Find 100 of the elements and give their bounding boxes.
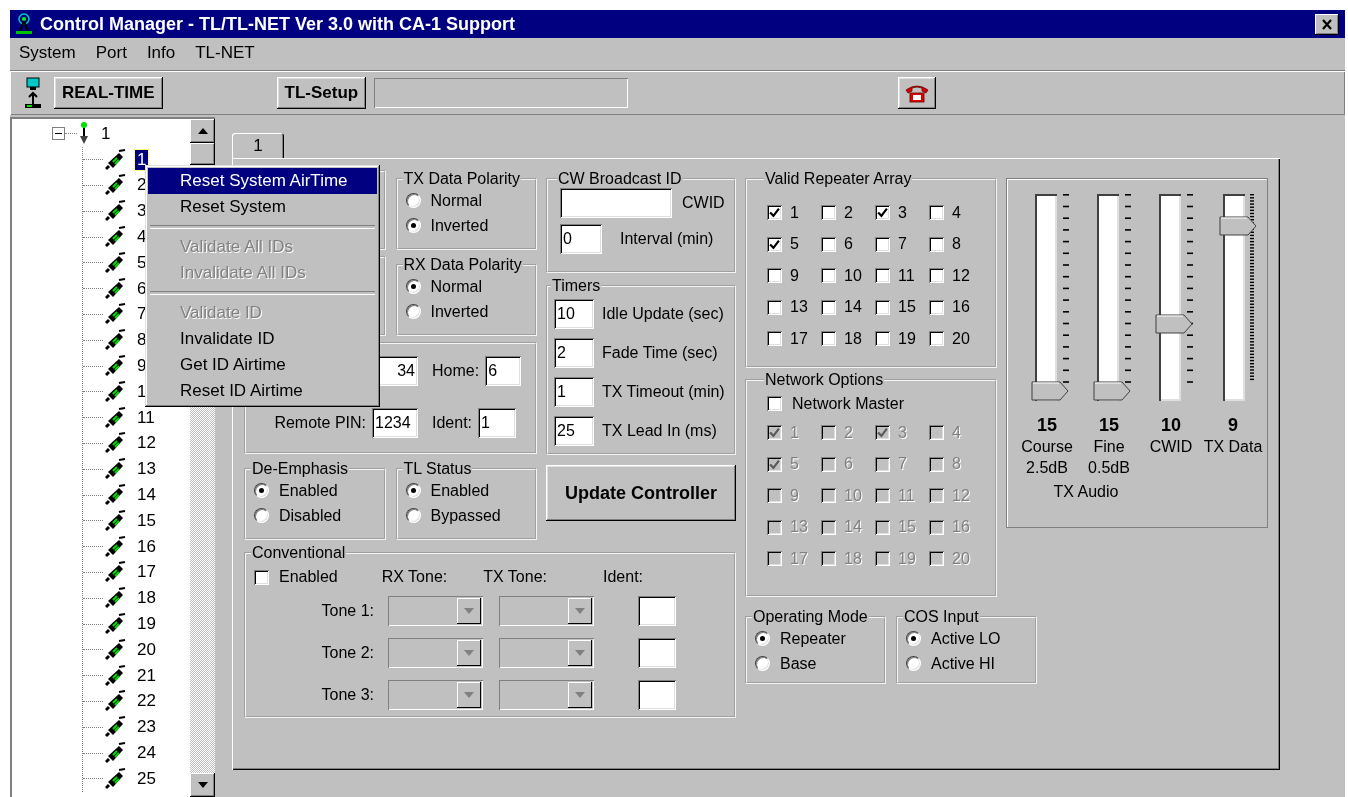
menu-item[interactable]: TL-NET bbox=[194, 43, 256, 63]
checkbox[interactable] bbox=[767, 299, 782, 315]
phone-button[interactable] bbox=[898, 77, 937, 109]
text-field[interactable]: 1 bbox=[554, 377, 594, 407]
tree-item[interactable]: 18 bbox=[135, 588, 158, 609]
checkbox[interactable] bbox=[929, 268, 944, 283]
checkbox-label: 4 bbox=[952, 203, 961, 222]
checkbox[interactable] bbox=[821, 299, 836, 315]
checkbox[interactable] bbox=[821, 205, 836, 220]
slider-thumb[interactable] bbox=[1093, 381, 1131, 401]
menu-item[interactable]: System bbox=[18, 43, 77, 63]
field-label: Ident: bbox=[432, 414, 473, 432]
handheld-radio-icon bbox=[105, 174, 127, 197]
tree-item[interactable]: 2 bbox=[135, 175, 149, 196]
tree-item[interactable]: 7 bbox=[135, 304, 149, 325]
checkbox[interactable] bbox=[875, 205, 890, 220]
text-field[interactable]: 6 bbox=[485, 356, 522, 386]
slider-thumb[interactable] bbox=[1219, 216, 1257, 237]
checkbox[interactable] bbox=[767, 268, 782, 283]
tree-item[interactable]: 22 bbox=[135, 691, 158, 712]
checkbox[interactable] bbox=[929, 236, 944, 252]
collapse-icon[interactable] bbox=[52, 127, 65, 141]
checkbox[interactable] bbox=[875, 299, 890, 315]
checkbox[interactable] bbox=[875, 331, 890, 346]
tree-item[interactable]: 1 bbox=[135, 381, 149, 402]
update-button[interactable]: Update Controller bbox=[546, 465, 736, 521]
menu-item[interactable]: Invalidate ID bbox=[148, 326, 377, 352]
tree-item[interactable]: 19 bbox=[135, 614, 158, 635]
menu-item[interactable]: Reset System bbox=[148, 194, 377, 220]
checkbox[interactable] bbox=[767, 236, 782, 252]
checkbox[interactable] bbox=[821, 331, 836, 346]
handheld-radio-icon bbox=[105, 767, 127, 790]
column-header: RX Tone: bbox=[381, 568, 448, 586]
tab[interactable]: 1 bbox=[232, 133, 284, 158]
tree-item[interactable]: 1 bbox=[135, 149, 149, 170]
setup-button[interactable]: TL-Setup bbox=[276, 77, 367, 109]
close-button[interactable] bbox=[1315, 13, 1339, 35]
tree-item[interactable]: 14 bbox=[135, 485, 158, 506]
tree-item[interactable]: 23 bbox=[135, 717, 158, 738]
tree-item[interactable]: 17 bbox=[135, 562, 158, 583]
handheld-radio-icon bbox=[105, 200, 127, 223]
checkbox[interactable] bbox=[929, 331, 944, 346]
checkbox[interactable] bbox=[929, 299, 944, 315]
text-field[interactable] bbox=[638, 596, 676, 626]
checkbox[interactable] bbox=[821, 236, 836, 252]
radio-button[interactable] bbox=[405, 304, 421, 319]
column-header: TX Tone: bbox=[483, 568, 547, 586]
radio-button[interactable] bbox=[755, 656, 770, 671]
text-field[interactable]: 0 bbox=[560, 224, 602, 254]
text-field[interactable] bbox=[638, 638, 676, 668]
tree-item[interactable]: 13 bbox=[135, 459, 158, 480]
realtime-button[interactable]: REAL-TIME bbox=[54, 77, 163, 109]
tree-item[interactable]: 24 bbox=[135, 743, 158, 763]
text-field[interactable]: 2 bbox=[554, 338, 594, 368]
caret-icon bbox=[575, 650, 585, 656]
checkbox[interactable] bbox=[875, 236, 890, 252]
tree-item[interactable]: 12 bbox=[135, 433, 158, 454]
menu-item[interactable]: Port bbox=[94, 43, 128, 63]
radio-button[interactable] bbox=[254, 508, 269, 523]
text-field[interactable]: 25 bbox=[554, 416, 594, 446]
tree-item[interactable]: 6 bbox=[135, 278, 149, 299]
text-field[interactable]: 1 bbox=[478, 408, 517, 438]
radio-button[interactable] bbox=[906, 631, 921, 646]
radio-button[interactable] bbox=[405, 483, 421, 498]
slider-thumb[interactable] bbox=[1155, 313, 1193, 334]
checkbox[interactable] bbox=[875, 268, 890, 283]
checkbox[interactable] bbox=[254, 569, 269, 585]
radio-button[interactable] bbox=[405, 218, 421, 233]
text-field[interactable]: 1234 bbox=[372, 408, 418, 438]
tree-item[interactable]: 16 bbox=[135, 536, 158, 557]
text-field[interactable] bbox=[638, 680, 676, 710]
radio-button[interactable] bbox=[906, 656, 921, 671]
radio-button[interactable] bbox=[405, 193, 421, 208]
menu-item[interactable]: Reset System AirTime bbox=[148, 168, 377, 194]
radio-button[interactable] bbox=[755, 631, 770, 646]
text-field[interactable]: 10 bbox=[554, 299, 594, 329]
field-label: Home: bbox=[432, 362, 480, 380]
menu-item[interactable]: Info bbox=[145, 43, 177, 63]
text-field[interactable] bbox=[560, 188, 672, 218]
checkbox[interactable] bbox=[767, 205, 782, 220]
group-title: CW Broadcast ID bbox=[557, 170, 683, 188]
radio-button[interactable] bbox=[405, 508, 421, 523]
group-title: Timers bbox=[551, 277, 602, 295]
checkbox-label: 10 bbox=[844, 266, 862, 285]
handheld-radio-icon bbox=[105, 716, 127, 739]
checkbox-label: 7 bbox=[898, 455, 907, 473]
checkbox[interactable] bbox=[929, 205, 944, 220]
tree-item[interactable]: 1 bbox=[99, 123, 113, 144]
network-computer-icon[interactable] bbox=[24, 77, 42, 109]
tree-item[interactable]: 11 bbox=[135, 407, 157, 428]
tree-item[interactable]: 15 bbox=[135, 510, 158, 531]
scroll-thumb[interactable] bbox=[190, 143, 215, 165]
radio-button[interactable] bbox=[405, 279, 421, 294]
slider-thumb[interactable] bbox=[1031, 381, 1069, 401]
checkbox[interactable] bbox=[767, 331, 782, 346]
tree-item[interactable]: 20 bbox=[135, 639, 158, 660]
radio-button[interactable] bbox=[254, 483, 269, 498]
tree-item[interactable]: 21 bbox=[135, 665, 158, 686]
tree-item[interactable]: 25 bbox=[135, 768, 158, 789]
checkbox[interactable] bbox=[821, 268, 836, 283]
